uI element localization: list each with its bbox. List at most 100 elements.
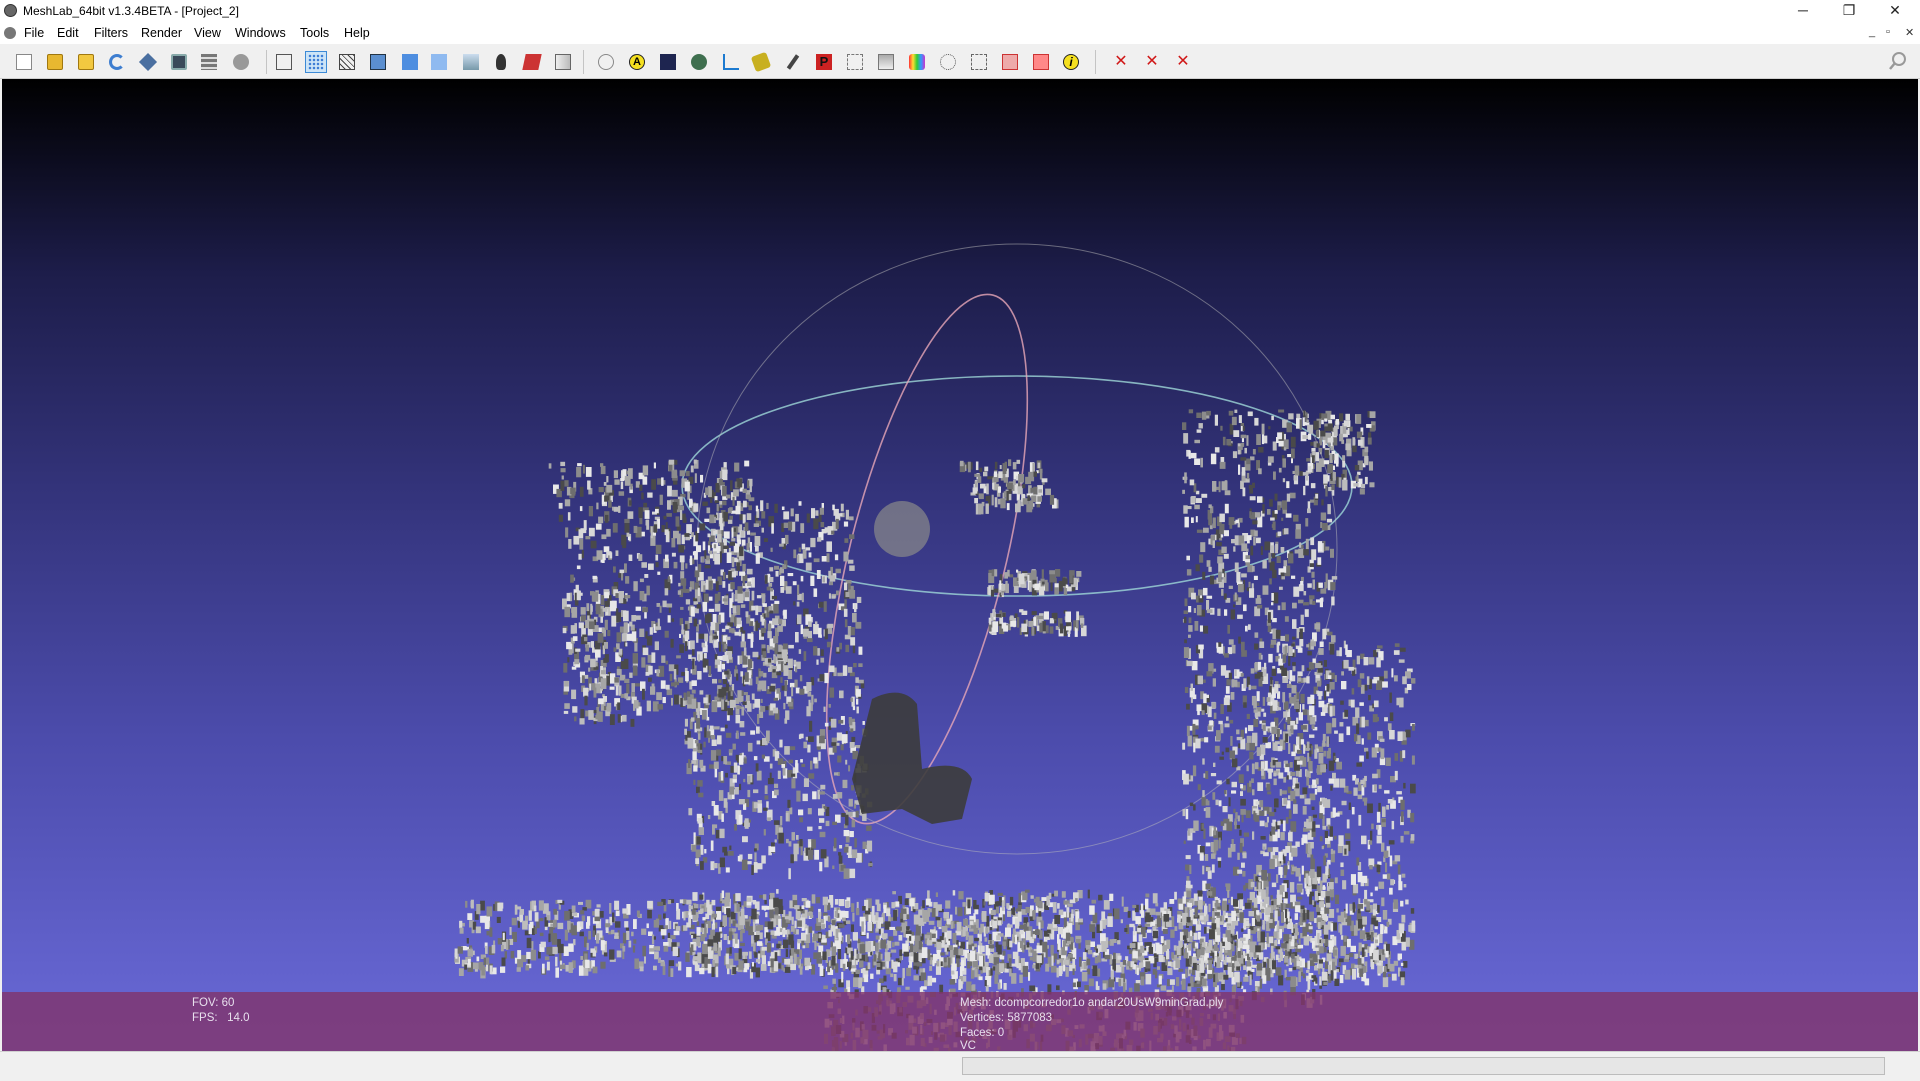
select-vertices-button[interactable] — [844, 51, 866, 73]
reference-button[interactable] — [937, 51, 959, 73]
p-tool-button[interactable]: P — [813, 51, 835, 73]
trackball-button[interactable] — [595, 51, 617, 73]
annotate-button[interactable]: A — [626, 51, 648, 73]
paint-bucket-button[interactable] — [750, 51, 772, 73]
cloud-point — [654, 641, 659, 651]
select-faces-button[interactable] — [968, 51, 990, 73]
cloud-point — [553, 919, 557, 928]
cloud-point — [688, 905, 693, 910]
delete-red-1-button[interactable]: ✕ — [1110, 51, 1132, 73]
textured-button[interactable] — [521, 51, 543, 73]
cloud-point — [1402, 750, 1406, 759]
cloud-point — [1302, 787, 1308, 795]
cloud-point — [1306, 644, 1310, 648]
cloud-point — [1186, 880, 1191, 888]
open-project-button[interactable] — [44, 51, 66, 73]
cloud-point — [565, 527, 569, 538]
layers-button[interactable] — [198, 51, 220, 73]
cloud-point — [755, 763, 759, 772]
menu-view[interactable]: View — [194, 26, 221, 40]
brush-button[interactable] — [782, 51, 804, 73]
cloud-point — [997, 892, 1003, 896]
split-tool-button[interactable] — [1030, 51, 1052, 73]
cloud-point — [1274, 939, 1277, 946]
cloud-point — [1353, 787, 1358, 796]
point-cloud-render[interactable] — [2, 79, 1918, 1051]
cloud-point — [1403, 884, 1407, 888]
bounding-box-button[interactable] — [273, 51, 295, 73]
document-icon[interactable] — [4, 27, 16, 39]
dark-panel-button[interactable] — [657, 51, 679, 73]
cloud-point — [587, 916, 591, 926]
hidden-lines-button[interactable] — [367, 51, 389, 73]
cloud-point — [1268, 653, 1273, 663]
cloud-point — [672, 946, 679, 957]
cloud-point — [665, 531, 670, 543]
menu-windows[interactable]: Windows — [235, 26, 286, 40]
flat-button[interactable] — [428, 51, 450, 73]
colored-button[interactable] — [552, 51, 574, 73]
save-button[interactable] — [137, 51, 159, 73]
cloud-point — [898, 935, 903, 941]
cloud-point — [751, 577, 755, 588]
cloud-point — [835, 568, 841, 574]
menu-edit[interactable]: Edit — [57, 26, 79, 40]
measure-sphere-button[interactable] — [688, 51, 710, 73]
minimize-button[interactable]: ─ — [1780, 0, 1826, 22]
mdi-close-button[interactable]: ✕ — [1905, 26, 1914, 39]
cloud-point — [1325, 866, 1329, 875]
search-icon[interactable] — [1888, 51, 1908, 71]
cloud-point — [715, 529, 718, 535]
delete-faces-button[interactable] — [999, 51, 1021, 73]
points-render-button[interactable] — [305, 51, 327, 73]
menu-tools[interactable]: Tools — [300, 26, 329, 40]
cloud-point — [1301, 576, 1304, 582]
raster-paint-button[interactable] — [906, 51, 928, 73]
menu-render[interactable]: Render — [141, 26, 182, 40]
info-button[interactable]: i — [1060, 51, 1082, 73]
import-raster-button[interactable] — [230, 51, 252, 73]
cloud-point — [704, 550, 707, 559]
cloud-point — [580, 956, 584, 960]
cloud-point — [591, 683, 596, 691]
cloud-point — [607, 630, 611, 637]
cloud-point — [751, 865, 754, 875]
mdi-restore-button[interactable]: ▫ — [1886, 26, 1890, 38]
cloud-point — [1224, 503, 1229, 514]
close-button[interactable]: ✕ — [1872, 0, 1918, 22]
delete-red-2-button[interactable]: ✕ — [1141, 51, 1163, 73]
cloud-point — [693, 832, 696, 837]
menu-help[interactable]: Help — [344, 26, 370, 40]
cloud-point — [1233, 920, 1239, 926]
wireframe-button[interactable] — [336, 51, 358, 73]
flat-lines-button[interactable] — [399, 51, 421, 73]
axes-button[interactable] — [720, 51, 742, 73]
cloud-point — [1356, 762, 1362, 767]
3d-viewport[interactable]: FOV: 60 FPS: 14.0 Mesh: dcompcorredor1o … — [2, 79, 1918, 1051]
mdi-minimize-button[interactable]: _ — [1869, 26, 1875, 38]
delete-red-3-button[interactable]: ✕ — [1172, 51, 1194, 73]
cloud-point — [701, 710, 707, 720]
smooth-button[interactable] — [460, 51, 482, 73]
cloud-point — [677, 590, 681, 595]
cloud-point — [625, 642, 628, 647]
menu-file[interactable]: File — [24, 26, 44, 40]
cloud-point — [818, 808, 824, 816]
cloud-point — [706, 555, 710, 561]
reload-button[interactable] — [106, 51, 128, 73]
menu-filters[interactable]: Filters — [94, 26, 128, 40]
save-icon — [138, 52, 158, 72]
snapshot-button[interactable] — [168, 51, 190, 73]
raster-icon — [233, 54, 249, 70]
cloud-point — [1329, 706, 1333, 717]
cloud-point — [510, 951, 515, 959]
open-mesh-button[interactable] — [75, 51, 97, 73]
cloud-point — [764, 785, 768, 794]
align-button[interactable] — [875, 51, 897, 73]
light-button[interactable] — [490, 51, 512, 73]
restore-button[interactable]: ❐ — [1826, 0, 1872, 22]
cloud-point — [1223, 818, 1230, 824]
cloud-point — [775, 571, 779, 577]
new-project-button[interactable] — [13, 51, 35, 73]
cloud-point — [1184, 598, 1188, 607]
